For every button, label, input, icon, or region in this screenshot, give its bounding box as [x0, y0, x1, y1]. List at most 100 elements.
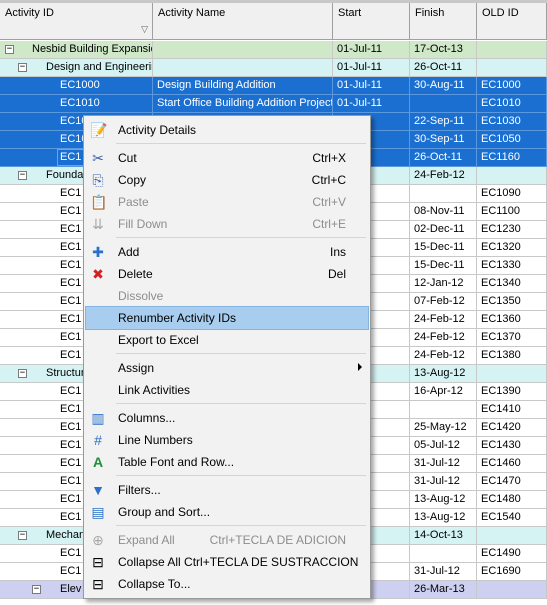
collapse-toggle-icon[interactable]: −	[18, 531, 27, 540]
menu-item-activity-details[interactable]: 📝 Activity Details	[86, 119, 368, 141]
cell-old[interactable]	[477, 41, 547, 59]
column-header-activity-id[interactable]: Activity ID ▽	[0, 3, 153, 40]
cell-old[interactable]: EC1360	[477, 311, 547, 329]
cell-finish[interactable]: 31-Jul-12	[410, 455, 477, 473]
menu-item-columns[interactable]: ▥ Columns...	[86, 407, 368, 429]
collapse-toggle-icon[interactable]: −	[18, 369, 27, 378]
cell-name[interactable]: Start Office Building Addition Project	[153, 95, 333, 113]
cell-finish[interactable]: 30-Sep-11	[410, 131, 477, 149]
cell-name[interactable]: Design Building Addition	[153, 77, 333, 95]
cell-finish[interactable]: 17-Oct-13	[410, 41, 477, 59]
cell-old[interactable]: EC1030	[477, 113, 547, 131]
cell-finish[interactable]: 15-Dec-11	[410, 239, 477, 257]
cell-finish[interactable]: 13-Aug-12	[410, 365, 477, 383]
menu-item-filters[interactable]: ▼ Filters...	[86, 479, 368, 501]
cell-id[interactable]: − Design and Engineering	[0, 59, 153, 77]
cell-finish[interactable]: 26-Oct-11	[410, 149, 477, 167]
cell-id[interactable]: EC1010	[0, 95, 153, 113]
menu-item-link-activities[interactable]: Link Activities	[86, 379, 368, 401]
cell-finish[interactable]: 26-Mar-13	[410, 581, 477, 599]
cell-old[interactable]: EC1390	[477, 383, 547, 401]
cell-finish[interactable]: 05-Jul-12	[410, 437, 477, 455]
cell-old[interactable]: EC1160	[477, 149, 547, 167]
cell-finish[interactable]: 26-Oct-11	[410, 59, 477, 77]
cell-old[interactable]	[477, 527, 547, 545]
cell-finish[interactable]: 31-Jul-12	[410, 563, 477, 581]
cell-old[interactable]: EC1460	[477, 455, 547, 473]
wbs-row[interactable]: − Design and Engineering 01-Jul-11 26-Oct-1…	[0, 59, 547, 77]
cell-old[interactable]: EC1410	[477, 401, 547, 419]
cell-old[interactable]: EC1430	[477, 437, 547, 455]
cell-old[interactable]: EC1050	[477, 131, 547, 149]
menu-item-collapse-to[interactable]: ⊟ Collapse To...	[86, 573, 368, 595]
cell-start[interactable]: 01-Jul-11	[333, 41, 410, 59]
cell-finish[interactable]: 24-Feb-12	[410, 311, 477, 329]
menu-item-copy[interactable]: ⎘ Copy Ctrl+C	[86, 169, 368, 191]
cell-finish[interactable]: 16-Apr-12	[410, 383, 477, 401]
menu-item-delete[interactable]: ✖ Delete Del	[86, 263, 368, 285]
cell-old[interactable]: EC1480	[477, 491, 547, 509]
table-row[interactable]: EC1000 Design Building Addition 01-Jul-11 3…	[0, 77, 547, 95]
menu-item-line-numbers[interactable]: # Line Numbers	[86, 429, 368, 451]
menu-item-cut[interactable]: ✂ Cut Ctrl+X	[86, 147, 368, 169]
cell-finish[interactable]	[410, 95, 477, 113]
cell-finish[interactable]: 02-Dec-11	[410, 221, 477, 239]
cell-finish[interactable]: 14-Oct-13	[410, 527, 477, 545]
cell-finish[interactable]	[410, 401, 477, 419]
cell-finish[interactable]: 30-Aug-11	[410, 77, 477, 95]
menu-item-renumber[interactable]: Renumber Activity IDs	[85, 306, 369, 330]
cell-old[interactable]: EC1330	[477, 257, 547, 275]
cell-finish[interactable]: 25-May-12	[410, 419, 477, 437]
cell-finish[interactable]: 13-Aug-12	[410, 509, 477, 527]
cell-finish[interactable]	[410, 545, 477, 563]
cell-finish[interactable]: 07-Feb-12	[410, 293, 477, 311]
collapse-toggle-icon[interactable]: −	[18, 63, 27, 72]
cell-old[interactable]	[477, 365, 547, 383]
cell-finish[interactable]: 24-Feb-12	[410, 329, 477, 347]
cell-finish[interactable]: 08-Nov-11	[410, 203, 477, 221]
column-header-activity-name[interactable]: Activity Name	[153, 3, 333, 40]
cell-start[interactable]: 01-Jul-11	[333, 95, 410, 113]
cell-start[interactable]: 01-Jul-11	[333, 59, 410, 77]
cell-finish[interactable]: 13-Aug-12	[410, 491, 477, 509]
cell-old[interactable]: EC1010	[477, 95, 547, 113]
cell-finish[interactable]: 15-Dec-11	[410, 257, 477, 275]
cell-old[interactable]: EC1350	[477, 293, 547, 311]
cell-name[interactable]	[153, 59, 333, 77]
cell-old[interactable]: EC1230	[477, 221, 547, 239]
cell-old[interactable]: EC1490	[477, 545, 547, 563]
collapse-toggle-icon[interactable]: −	[18, 171, 27, 180]
cell-old[interactable]: EC1690	[477, 563, 547, 581]
menu-item-collapse-all[interactable]: ⊟ Collapse All Ctrl+TECLA DE SUSTRACCION	[86, 551, 368, 573]
cell-name[interactable]	[153, 41, 333, 59]
cell-old[interactable]	[477, 581, 547, 599]
cell-old[interactable]: EC1340	[477, 275, 547, 293]
cell-old[interactable]: EC1380	[477, 347, 547, 365]
cell-finish[interactable]	[410, 185, 477, 203]
cell-old[interactable]: EC1470	[477, 473, 547, 491]
cell-old[interactable]	[477, 59, 547, 77]
cell-finish[interactable]: 22-Sep-11	[410, 113, 477, 131]
cell-old[interactable]: EC1100	[477, 203, 547, 221]
menu-item-add[interactable]: ✚ Add Ins	[86, 241, 368, 263]
menu-item-table-font[interactable]: A Table Font and Row...	[86, 451, 368, 473]
cell-finish[interactable]: 24-Feb-12	[410, 347, 477, 365]
cell-finish[interactable]: 31-Jul-12	[410, 473, 477, 491]
menu-item-export-excel[interactable]: Export to Excel	[86, 329, 368, 351]
column-header-finish[interactable]: Finish	[410, 3, 477, 40]
column-header-old-id[interactable]: OLD ID	[477, 3, 547, 40]
menu-item-assign[interactable]: Assign	[86, 357, 368, 379]
cell-old[interactable]: EC1540	[477, 509, 547, 527]
cell-start[interactable]: 01-Jul-11	[333, 77, 410, 95]
column-header-start[interactable]: Start	[333, 3, 410, 40]
collapse-toggle-icon[interactable]: −	[5, 45, 14, 54]
cell-finish[interactable]: 24-Feb-12	[410, 167, 477, 185]
wbs-row[interactable]: − Nesbid Building Expansion 01-Jul-11 17-Oc…	[0, 41, 547, 59]
cell-old[interactable]: EC1370	[477, 329, 547, 347]
cell-old[interactable]: EC1090	[477, 185, 547, 203]
cell-old[interactable]	[477, 167, 547, 185]
cell-old[interactable]: EC1000	[477, 77, 547, 95]
cell-id[interactable]: EC1000	[0, 77, 153, 95]
menu-item-group-sort[interactable]: ▤ Group and Sort...	[86, 501, 368, 523]
cell-old[interactable]: EC1320	[477, 239, 547, 257]
